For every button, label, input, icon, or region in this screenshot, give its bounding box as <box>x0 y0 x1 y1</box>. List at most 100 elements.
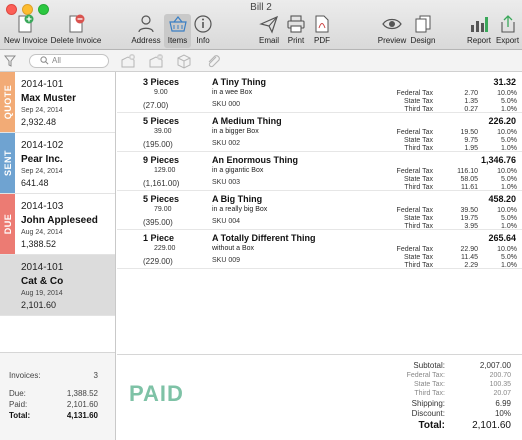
status-label: DUE <box>2 213 13 235</box>
tax-rate: 1.0% <box>501 184 517 191</box>
item-total: 31.32 <box>493 77 516 87</box>
email-label: Email <box>258 36 279 45</box>
summary-due-value: 1,388.52 <box>66 389 98 398</box>
line-items-list: 3 Pieces 9.00 (27.00) A Tiny Thing in a … <box>117 72 522 354</box>
tax-value: 9.75 <box>464 137 478 144</box>
summary-invoices-label: Invoices: <box>9 371 41 380</box>
report-button[interactable]: Report <box>465 14 493 48</box>
new-invoice-label: New Invoice <box>4 36 48 45</box>
export-button[interactable]: Export <box>495 14 520 48</box>
tax-value: 39.50 <box>460 207 478 214</box>
tax-name: Federal Tax <box>396 129 433 136</box>
item-total: 226.20 <box>488 116 516 126</box>
address-button[interactable]: Address <box>130 14 162 48</box>
invoice-amount: 1,388.52 <box>21 239 57 249</box>
paper-plane-icon <box>259 15 278 34</box>
item-total: 265.64 <box>488 233 516 243</box>
summary-due-label: Due: <box>9 389 26 398</box>
item-total: 458.20 <box>488 194 516 204</box>
summary-invoices-value: 3 <box>93 371 98 380</box>
print-button[interactable]: Print <box>284 14 308 48</box>
invoice-summary: Invoices: 3 Due: 1,388.52 Paid: 2,101.60… <box>0 352 115 440</box>
customer-name: Cat & Co <box>21 276 64 287</box>
line-item[interactable]: 5 Pieces 79.00 (395.00) A Big Thing in a… <box>117 191 522 230</box>
invoice-totals: PAID Subtotal: 2,007.00 Federal Tax: 200.7… <box>117 354 522 440</box>
tax-name: Third Tax <box>404 106 433 113</box>
invoice-item-selected[interactable]: 2014-101 Cat & Co Aug 19, 2014 2,101.60 <box>0 255 115 316</box>
tax-name: Federal Tax <box>396 246 433 253</box>
state-tax-label: State Tax: <box>413 381 445 388</box>
pdf-button[interactable]: PDF <box>311 14 333 48</box>
line-item[interactable]: 3 Pieces 9.00 (27.00) A Tiny Thing in a … <box>117 74 522 113</box>
email-button[interactable]: Email <box>257 14 281 48</box>
tax-name: Federal Tax <box>396 90 433 97</box>
line-item[interactable]: 9 Pieces 129.00 (1,161.00) An Enormous T… <box>117 152 522 191</box>
design-label: Design <box>410 36 436 45</box>
invoice-date: Sep 24, 2014 <box>21 107 63 114</box>
invoice-date: Aug 24, 2014 <box>21 229 63 236</box>
tax-rate: 10.0% <box>497 129 517 136</box>
delete-document-icon <box>69 14 85 33</box>
search-input[interactable]: All <box>29 54 109 68</box>
summary-paid-value: 2,101.60 <box>66 400 98 409</box>
add-item-icon[interactable] <box>120 53 136 69</box>
customer-name: Max Muster <box>21 93 77 104</box>
invoice-item[interactable]: SENT 2014-102 Pear Inc. Sep 24, 2014 641… <box>0 133 115 194</box>
window-title: Bill 2 <box>250 2 272 13</box>
box-icon[interactable] <box>176 53 192 69</box>
tax-name: State Tax <box>403 98 433 105</box>
item-sku: SKU 003 <box>212 179 241 186</box>
item-line-total: (395.00) <box>143 218 173 227</box>
new-invoice-button[interactable]: New Invoice <box>4 14 48 48</box>
tax-rate: 1.0% <box>501 106 517 113</box>
shipping-value: 6.99 <box>495 399 511 408</box>
subtotal-value: 2,007.00 <box>479 361 511 370</box>
tax-rate: 5.0% <box>501 137 517 144</box>
item-description: without a Box <box>212 245 255 252</box>
print-label: Print <box>287 36 305 45</box>
invoice-item[interactable]: DUE 2014-103 John Appleseed Aug 24, 2014… <box>0 194 115 255</box>
delete-invoice-button[interactable]: Delete Invoice <box>50 14 102 48</box>
federal-tax-label: Federal Tax: <box>406 372 445 379</box>
invoice-list: QUOTE 2014-101 Max Muster Sep 24, 2014 2… <box>0 72 116 440</box>
search-icon <box>40 56 49 65</box>
line-item[interactable]: 1 Piece 229.00 (229.00) A Totally Differ… <box>117 230 522 269</box>
tax-value: 11.45 <box>461 254 478 261</box>
invoice-number: 2014-101 <box>21 262 64 273</box>
preview-button[interactable]: Preview <box>377 14 407 48</box>
tax-value: 19.50 <box>460 129 478 136</box>
tax-name: State Tax <box>403 254 433 261</box>
item-quantity: 5 Pieces <box>143 194 180 204</box>
shipping-label: Shipping: <box>411 399 445 408</box>
items-button[interactable]: Items <box>164 14 191 48</box>
eye-icon <box>382 18 402 30</box>
line-item[interactable]: 5 Pieces 39.00 (195.00) A Medium Thing i… <box>117 113 522 152</box>
invoice-amount: 641.48 <box>21 178 49 188</box>
info-button[interactable]: Info <box>193 14 213 48</box>
tax-rate: 1.0% <box>501 145 517 152</box>
item-description: in a bigger Box <box>212 128 259 135</box>
invoice-item[interactable]: QUOTE 2014-101 Max Muster Sep 24, 2014 2… <box>0 72 115 133</box>
documents-icon <box>415 15 431 33</box>
third-tax-label: Third Tax: <box>414 390 445 397</box>
customer-name: Pear Inc. <box>21 154 63 165</box>
item-quantity: 1 Piece <box>143 233 175 243</box>
state-tax-value: 100.35 <box>489 381 511 388</box>
remove-item-icon[interactable] <box>148 53 164 69</box>
tax-value: 3.95 <box>464 223 478 230</box>
item-sku: SKU 009 <box>212 257 241 264</box>
summary-paid-label: Paid: <box>9 400 28 409</box>
pdf-label: PDF <box>314 36 330 45</box>
delete-invoice-label: Delete Invoice <box>50 36 102 45</box>
filter-icon[interactable] <box>4 55 16 67</box>
attachment-icon[interactable] <box>205 53 221 69</box>
tax-name: Federal Tax <box>396 168 433 175</box>
invoice-number: 2014-101 <box>21 79 64 90</box>
grand-total-label: Total: <box>418 420 445 431</box>
design-button[interactable]: Design <box>409 14 437 48</box>
federal-tax-value: 200.70 <box>489 372 511 379</box>
invoice-date: Aug 19, 2014 <box>21 290 63 297</box>
item-line-total: (229.00) <box>143 257 173 266</box>
customer-name: John Appleseed <box>21 215 98 226</box>
tax-rate: 5.0% <box>501 176 517 183</box>
